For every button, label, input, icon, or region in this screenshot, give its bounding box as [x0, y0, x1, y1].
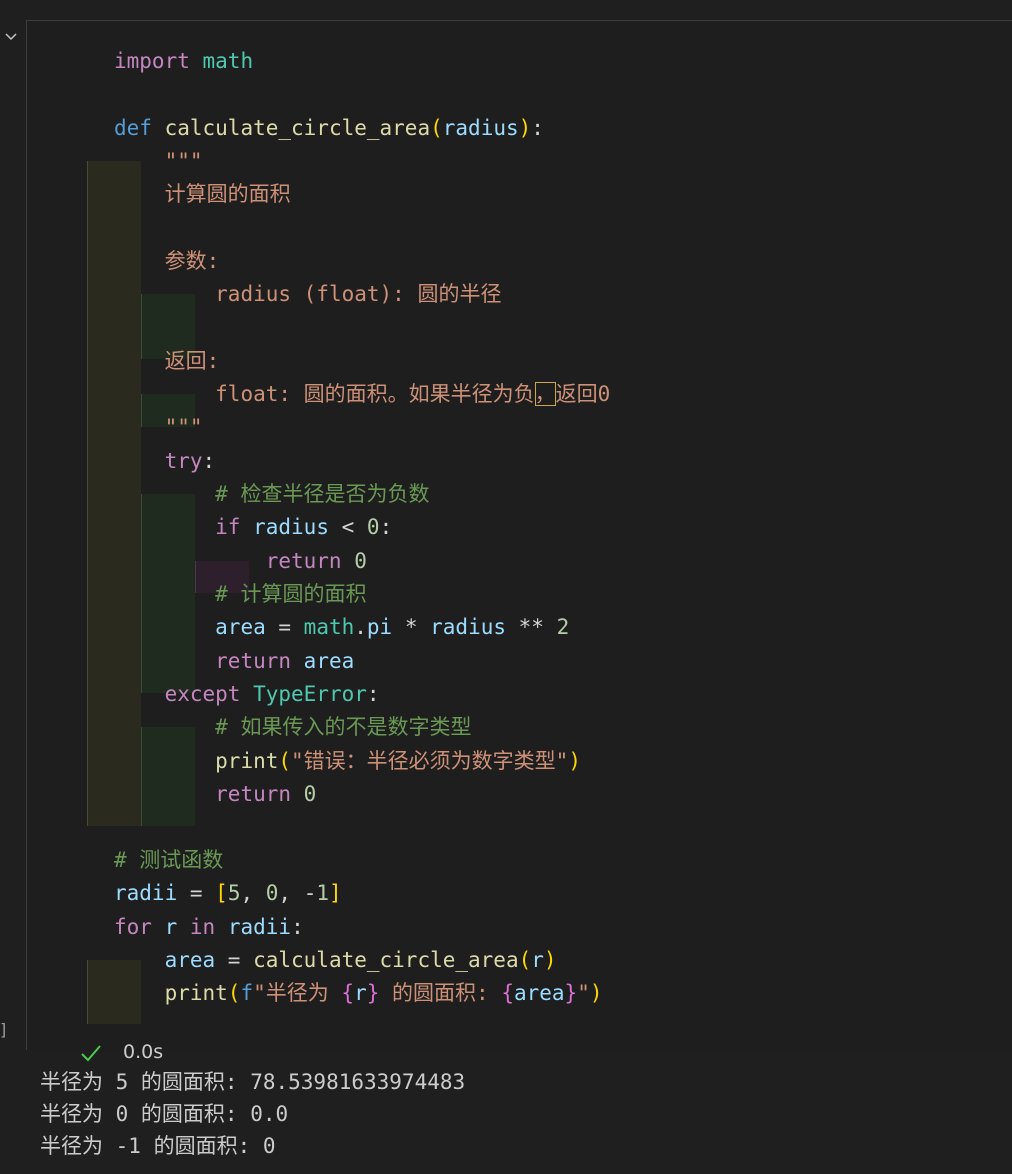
code-line: radii = [5, 0, -1]: [114, 881, 342, 905]
output-line: 半径为 5 的圆面积: 78.53981633974483: [40, 1070, 466, 1094]
code-line: 返回:: [164, 349, 220, 373]
collapse-chevron-icon[interactable]: [3, 29, 19, 45]
code-line: area = calculate_circle_area(r): [164, 948, 557, 972]
code-line: # 测试函数: [114, 848, 224, 872]
code-line: return 0: [215, 782, 317, 806]
output-line: 半径为 0 的圆面积: 0.0: [40, 1102, 289, 1126]
code-line: area = math.pi * radius ** 2: [215, 615, 570, 639]
code-line: 计算圆的面积: [164, 182, 291, 206]
check-icon: [81, 1044, 101, 1061]
code-line: try:: [164, 449, 216, 473]
code-line: """: [164, 415, 203, 439]
code-line: return 0: [265, 549, 367, 573]
code-line: if radius < 0:: [215, 515, 393, 539]
code-line: for r in radii:: [114, 915, 304, 939]
code-line: 参数:: [164, 249, 220, 273]
code-line: def calculate_circle_area(radius):: [114, 116, 544, 140]
code-line: radius (float): 圆的半径: [215, 282, 502, 306]
code-line: import math: [114, 49, 254, 73]
cell-status: 0.0s: [79, 1037, 163, 1067]
execution-time: 0.0s: [123, 1041, 164, 1063]
code-line: # 检查半径是否为负数: [215, 482, 430, 506]
code-editor[interactable]: import math def calculate_circle_area(rad…: [27, 21, 1012, 1024]
cell-output: 半径为 5 的圆面积: 78.53981633974483 半径为 0 的圆面积…: [40, 1066, 465, 1162]
code-line: print(f"半径为 {r} 的圆面积: {area}"): [164, 981, 603, 1005]
code-cell[interactable]: import math def calculate_circle_area(rad…: [26, 20, 1012, 1063]
code-line: """: [164, 149, 203, 173]
code-line: float: 圆的面积。如果半径为负，返回0: [215, 382, 611, 406]
code-line: except TypeError:: [164, 682, 380, 706]
code-line: # 计算圆的面积: [215, 582, 367, 606]
code-line: # 如果传入的不是数字类型: [215, 715, 472, 739]
code-line: print("错误：半径必须为数字类型"): [215, 749, 581, 773]
code-line: return area: [215, 649, 355, 673]
cell-execution-bracket: ]: [0, 1020, 7, 1039]
output-line: 半径为 -1 的圆面积: 0: [40, 1134, 276, 1158]
